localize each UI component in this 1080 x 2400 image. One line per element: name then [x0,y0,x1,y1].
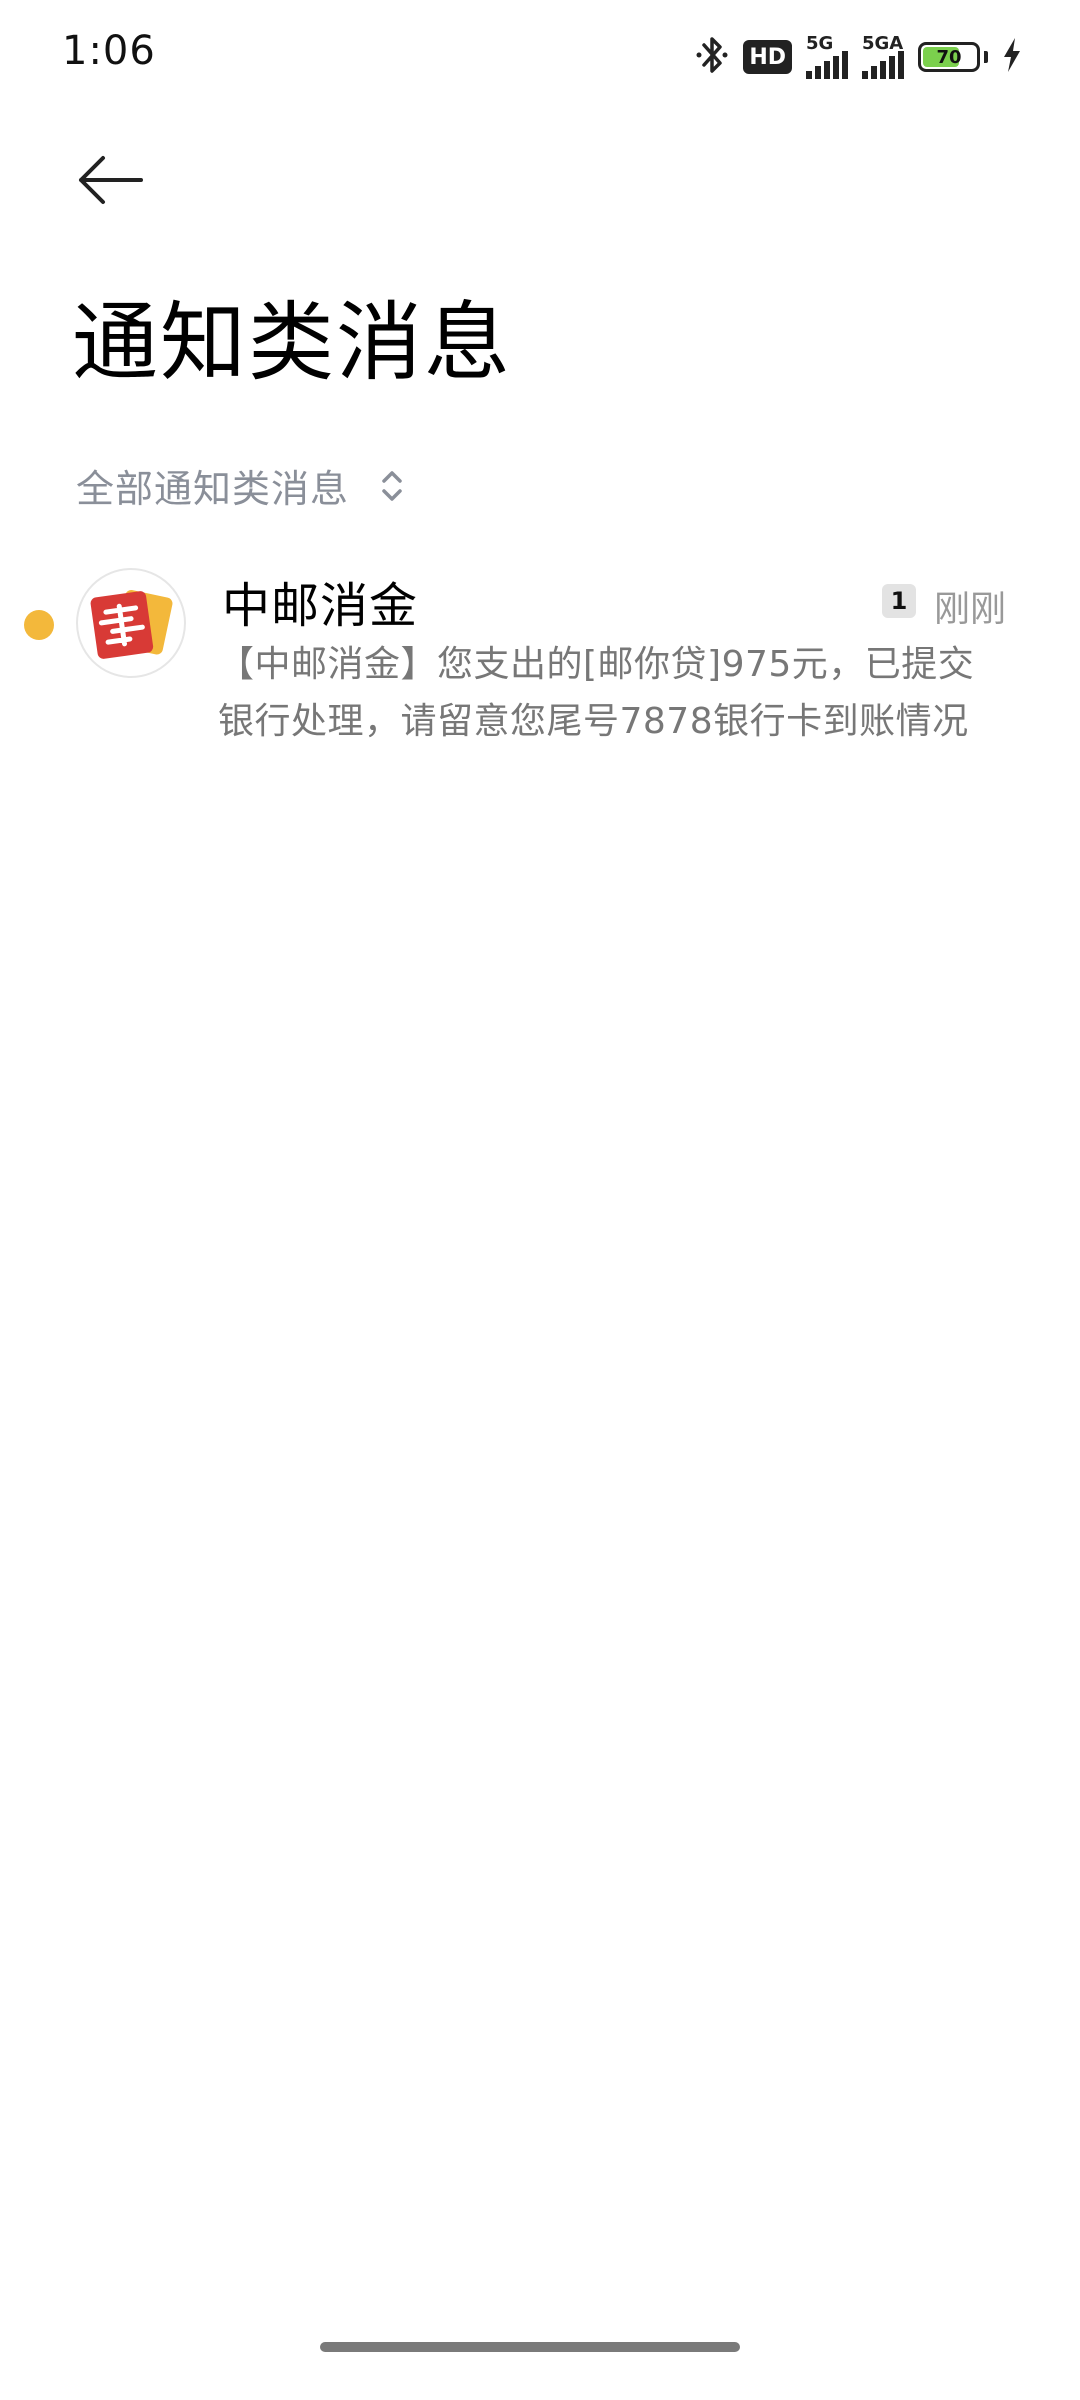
list-item[interactable]: 中邮消金 1 刚刚 【中邮消金】您支出的[邮你贷]975元，已提交银行处理，请留… [0,560,1080,760]
avatar [76,568,186,678]
page-title: 通知类消息 [72,293,512,393]
network-2: 5GA [862,35,904,79]
charging-icon [1002,38,1022,76]
network-1: 5G [806,35,848,79]
arrow-left-icon [79,156,143,204]
unread-count-badge: 1 [882,584,916,618]
status-time: 1:06 [62,28,156,74]
china-post-logo-icon [90,590,173,659]
unread-dot [24,610,54,640]
bluetooth-icon [695,33,729,81]
message-time: 刚刚 [934,589,1007,630]
status-icons: HD 5G 5GA 70 [695,32,1022,82]
signal-icon [806,51,848,79]
status-bar: 1:06 HD 5G 5GA 70 [0,0,1080,120]
battery-level: 70 [936,46,962,68]
signal-icon [862,51,904,79]
sender-name: 中邮消金 [222,578,419,634]
chevron-up-down-icon [382,470,402,501]
back-button[interactable] [70,140,150,220]
hd-voice-badge: HD [743,40,792,74]
home-indicator[interactable] [320,2342,740,2352]
battery-cap [984,51,988,63]
filter-label: 全部通知类消息 [76,467,350,511]
battery-indicator: 70 [918,42,980,72]
filter-dropdown[interactable]: 全部通知类消息 [76,458,403,513]
message-preview: 【中邮消金】您支出的[邮你贷]975元，已提交银行处理，请留意您尾号7878银行… [218,644,975,742]
